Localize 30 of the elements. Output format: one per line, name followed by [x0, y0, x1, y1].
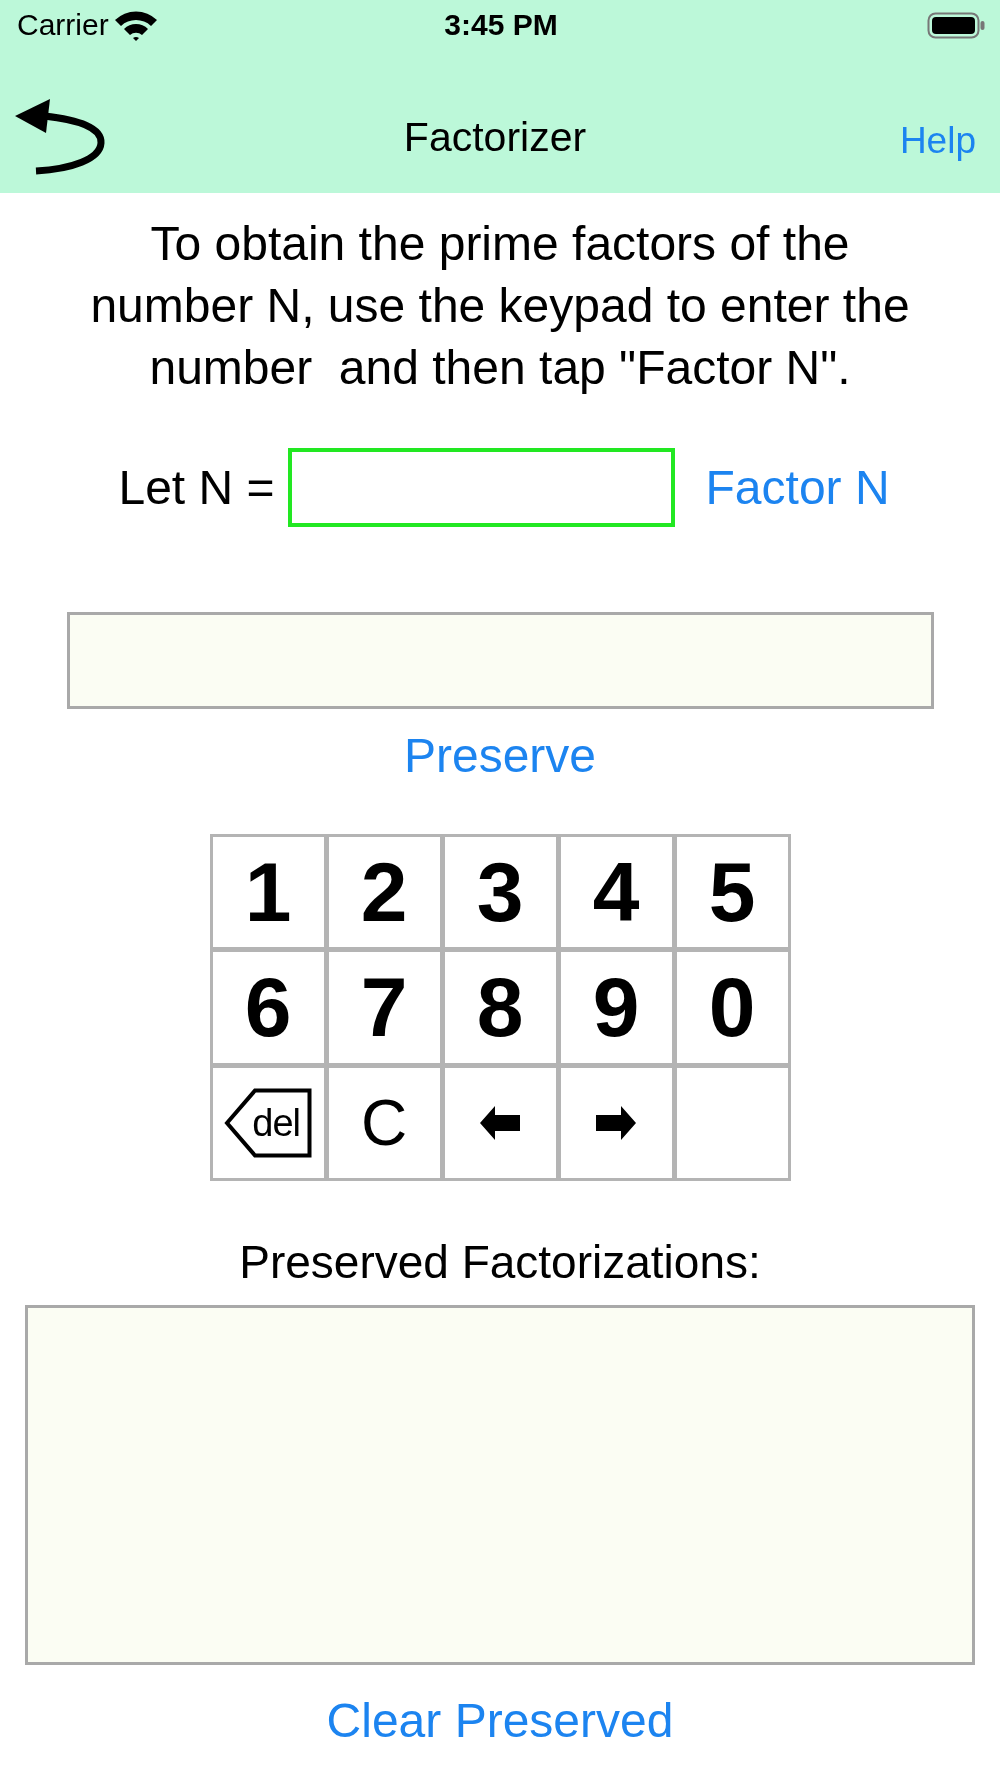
right-arrow-key[interactable] — [560, 1067, 672, 1178]
screen-title: Factorizer — [403, 112, 587, 162]
digit-key[interactable]: 9 — [560, 952, 672, 1063]
number-field[interactable] — [287, 448, 675, 527]
left-arrow-icon — [480, 1105, 520, 1140]
digit-key[interactable]: 3 — [444, 837, 556, 948]
digit-key[interactable]: 6 — [212, 952, 324, 1063]
delete-key[interactable]: del — [212, 1067, 324, 1178]
clear-preserved-button[interactable]: Clear Preserved — [326, 1693, 674, 1749]
digit-key[interactable]: 7 — [328, 952, 440, 1063]
digit-key[interactable]: 5 — [676, 837, 788, 948]
instructions-text: To obtain the prime factors of the number N, use the keypad to enter the number and then tap "Factor N". — [89, 216, 911, 396]
status-time: 3:45 PM — [444, 7, 558, 43]
digit-key[interactable]: 2 — [328, 837, 440, 948]
digit-key[interactable]: 8 — [444, 952, 556, 1063]
left-arrow-key[interactable] — [444, 1067, 556, 1178]
tag-outline-icon — [224, 1087, 312, 1158]
back-button[interactable] — [14, 97, 106, 176]
preserve-button[interactable]: Preserve — [403, 728, 597, 784]
factor-button[interactable]: Factor N — [705, 459, 890, 516]
right-arrow-icon — [596, 1105, 636, 1140]
digit-key[interactable]: 1 — [212, 837, 324, 948]
clear-key[interactable]: C — [328, 1067, 440, 1178]
equation-label: Let N = — [118, 459, 275, 516]
digit-key[interactable]: 4 — [560, 837, 672, 948]
preserved-title: Preserved Factorizations: — [239, 1235, 761, 1290]
digit-key[interactable]: 0 — [676, 952, 788, 1063]
curved-arrow-icon — [14, 97, 106, 176]
carrier-label: Carrier — [17, 7, 109, 43]
battery-icon — [927, 11, 985, 39]
